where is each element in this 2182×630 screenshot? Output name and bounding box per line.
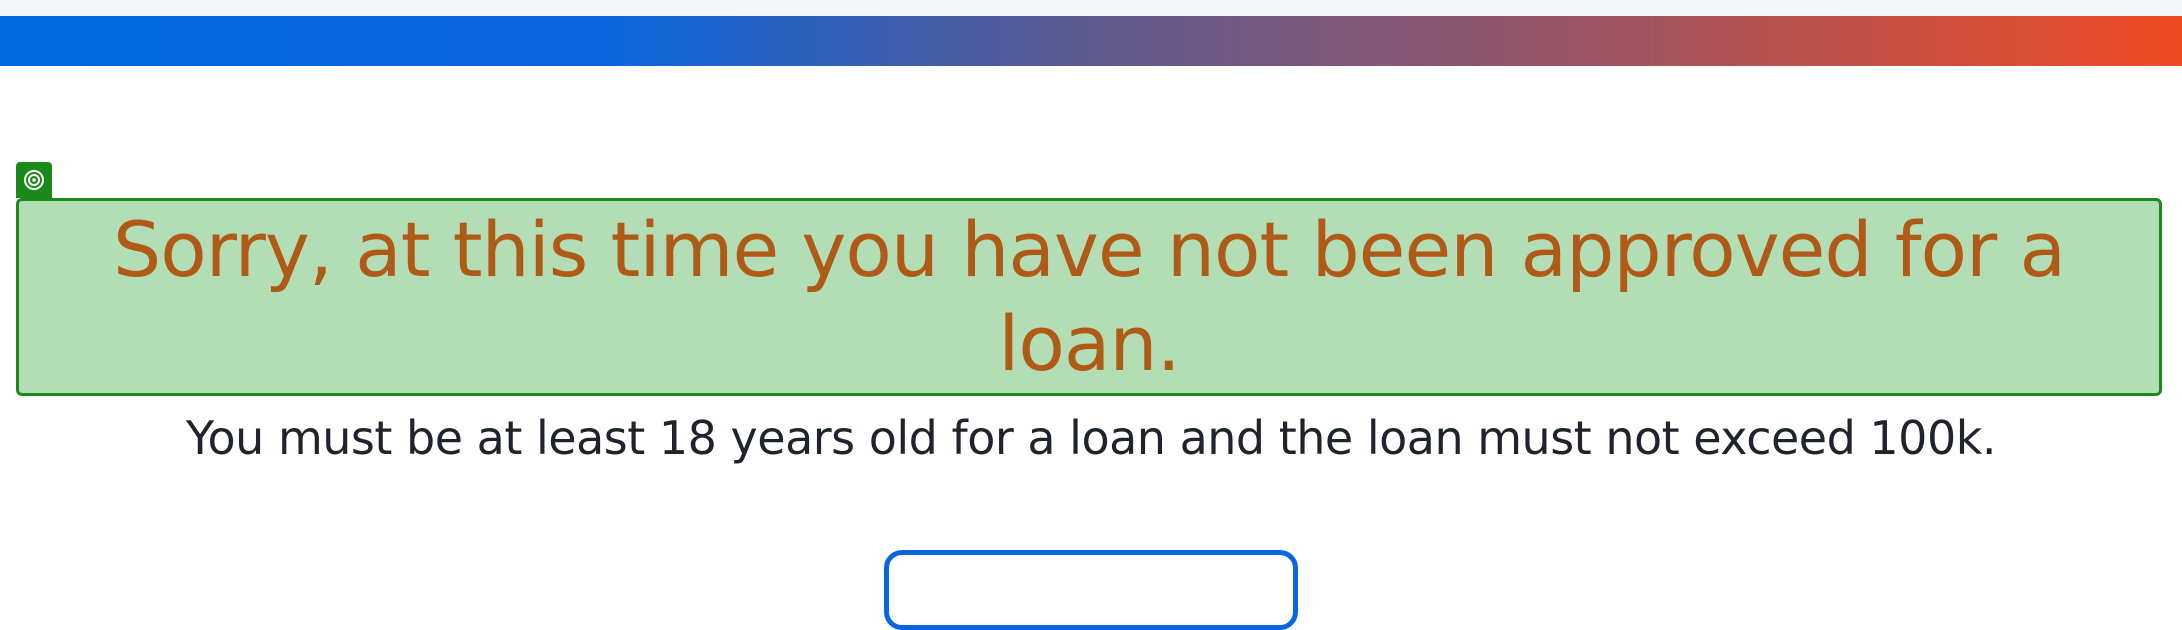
loan-result-message-box: Sorry, at this time you have not been ap… [16,198,2162,396]
loan-denied-headline: Sorry, at this time you have not been ap… [112,205,2066,388]
header-gradient-bar [0,16,2182,66]
browser-top-strip [0,0,2182,16]
target-icon [16,162,52,198]
loan-requirements-text: You must be at least 18 years old for a … [186,411,1996,465]
primary-action-button[interactable] [884,550,1298,630]
